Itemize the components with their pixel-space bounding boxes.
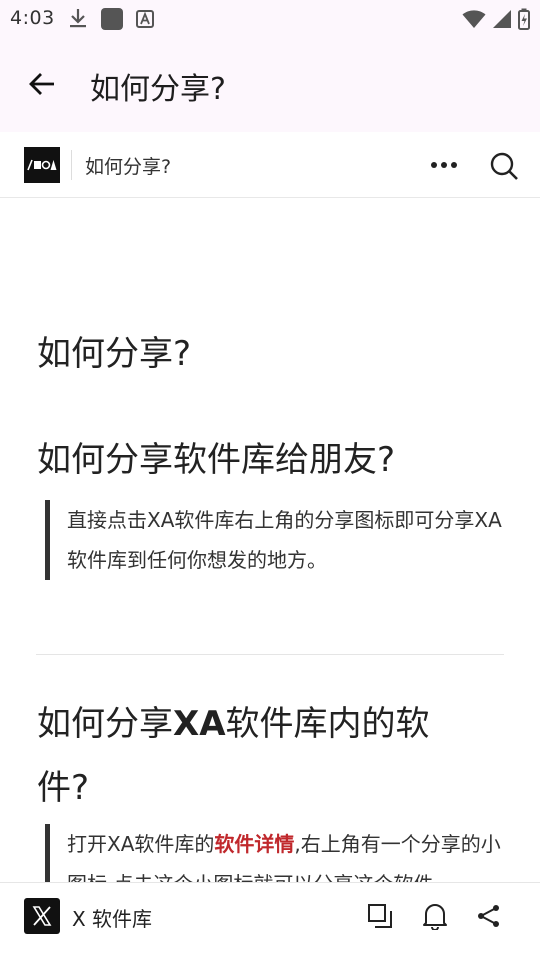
site-title: 如何分享?	[85, 156, 172, 178]
software-details-link[interactable]: 软件详情	[214, 832, 294, 856]
copy-icon	[368, 904, 392, 928]
more-dots-icon	[431, 162, 457, 168]
article-content[interactable]: 如何分享? 如何分享软件库给朋友? 直接点击XA软件库右上角的分享图标即可分享X…	[0, 198, 540, 882]
share-icon	[478, 905, 499, 927]
bell-icon	[423, 904, 447, 930]
site-header: 如何分享?	[0, 132, 540, 198]
a-badge-icon	[136, 10, 154, 32]
blockquote-share-app: 直接点击XA软件库右上角的分享图标即可分享XA软件库到任何你想发的地方。	[45, 500, 507, 580]
search-button[interactable]	[486, 149, 522, 183]
section-heading-share-app: 如何分享软件库给朋友?	[37, 440, 396, 480]
arrow-left-icon	[29, 73, 54, 95]
section-divider	[36, 654, 504, 655]
copy-button[interactable]	[364, 900, 396, 932]
bottom-bar: X 软件库	[0, 882, 540, 960]
bottom-app-title: X 软件库	[72, 907, 153, 931]
blockquote-prefix: 打开XA软件库的	[67, 832, 215, 856]
more-button[interactable]	[426, 150, 462, 180]
status-bar: 4:03	[0, 0, 540, 36]
site-header-divider	[71, 150, 72, 180]
blockquote-share-software: 打开XA软件库的软件详情,右上角有一个分享的小图标,点击这个小图标就可以分享这个…	[45, 824, 507, 882]
app-title: 如何分享?	[90, 72, 226, 107]
battery-charging-icon	[518, 8, 530, 34]
status-time: 4:03	[10, 7, 55, 29]
app-square-icon	[100, 7, 124, 35]
article-heading: 如何分享?	[37, 334, 192, 374]
search-icon	[490, 152, 518, 180]
wifi-icon	[462, 9, 486, 33]
site-logo[interactable]	[24, 147, 60, 183]
blockquote-text: 直接点击XA软件库右上角的分享图标即可分享XA软件库到任何你想发的地方。	[67, 508, 502, 572]
notification-button[interactable]	[419, 900, 451, 932]
bottom-app-logo[interactable]	[24, 898, 60, 934]
download-icon	[68, 7, 88, 33]
section-heading-share-software: 如何分享XA软件库内的软件?	[37, 692, 477, 820]
heading-bold: XA	[173, 704, 226, 744]
site-logo-mark-icon	[27, 159, 57, 171]
share-button[interactable]	[473, 900, 505, 932]
app-bar: 如何分享?	[0, 36, 540, 132]
back-button[interactable]	[22, 64, 62, 104]
heading-prefix: 如何分享	[37, 704, 173, 744]
x-logo-icon	[32, 906, 52, 926]
signal-icon	[492, 9, 512, 33]
